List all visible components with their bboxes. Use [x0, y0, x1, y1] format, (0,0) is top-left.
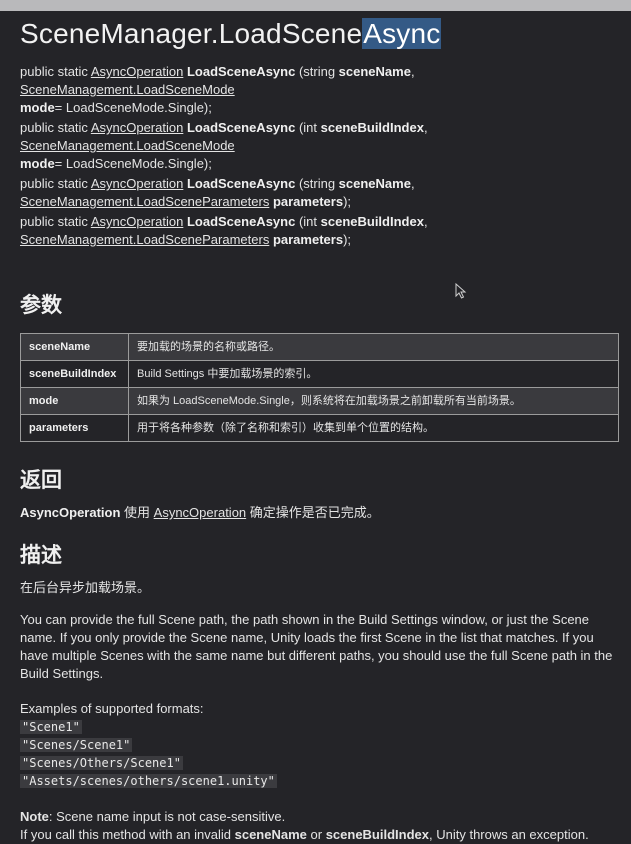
exception-text: , Unity throws an exception. — [429, 827, 589, 842]
description-paragraph: You can provide the full Scene path, the… — [20, 612, 613, 681]
loadscenemode-link[interactable]: SceneManagement.LoadSceneMode — [20, 82, 235, 97]
asyncoperation-link[interactable]: AsyncOperation — [91, 214, 184, 229]
sig-tail: = LoadSceneMode.Single); — [54, 100, 212, 115]
mouse-cursor-icon — [455, 283, 467, 299]
sig-tail: ); — [343, 232, 352, 247]
page-title: SceneManager.LoadSceneAsync — [20, 18, 620, 50]
asyncoperation-link[interactable]: AsyncOperation — [91, 176, 184, 191]
table-row: sceneName 要加载的场景的名称或路径。 — [20, 333, 619, 361]
param-name-cell: mode — [20, 387, 129, 415]
param-type: (int — [295, 214, 321, 229]
sig-tail: ); — [343, 194, 352, 209]
param-name: sceneName — [338, 64, 411, 79]
param-name: parameters — [272, 194, 344, 209]
param-name-cell: sceneBuildIndex — [20, 360, 129, 388]
signature-2: public static AsyncOperation LoadSceneAs… — [20, 119, 620, 173]
param-name: sceneBuildIndex — [325, 827, 429, 842]
param-type: (int — [295, 120, 321, 135]
code-example: "Scene1" — [20, 720, 82, 734]
note-label: Note — [20, 809, 49, 824]
param-name: parameters — [272, 232, 344, 247]
sig-prefix: public static — [20, 176, 91, 191]
doc-content: SceneManager.LoadSceneAsync public stati… — [20, 11, 620, 844]
examples-label: Examples of supported formats: — [20, 701, 204, 716]
param-desc-cell: Build Settings 中要加载场景的索引。 — [128, 360, 619, 388]
param-desc-cell: 要加载的场景的名称或路径。 — [128, 333, 619, 361]
signatures: public static AsyncOperation LoadSceneAs… — [20, 63, 620, 249]
param-name-cell: sceneName — [20, 333, 129, 361]
asyncoperation-link[interactable]: AsyncOperation — [91, 64, 184, 79]
returns-mid: 使用 — [120, 505, 154, 520]
loadscenemode-link[interactable]: SceneManagement.LoadSceneMode — [20, 138, 235, 153]
table-row: mode 如果为 LoadSceneMode.Single，则系统将在加载场景之前… — [20, 387, 619, 415]
param-name: mode — [20, 156, 55, 171]
signature-3: public static AsyncOperation LoadSceneAs… — [20, 175, 620, 211]
param-name: sceneBuildIndex — [320, 214, 424, 229]
table-row: parameters 用于将各种参数（除了名称和索引）收集到单个位置的结构。 — [20, 414, 619, 442]
returns-heading: 返回 — [20, 469, 62, 492]
title-selected-text[interactable]: Async — [362, 18, 442, 49]
param-name-cell: parameters — [20, 414, 129, 442]
code-example: "Scenes/Scene1" — [20, 738, 133, 752]
param-name: mode — [20, 100, 55, 115]
exception-text: or — [306, 827, 326, 842]
loadsceneparameters-link[interactable]: SceneManagement.LoadSceneParameters — [20, 194, 269, 209]
separator: , — [423, 214, 428, 229]
loadsceneparameters-link[interactable]: SceneManagement.LoadSceneParameters — [20, 232, 269, 247]
signature-1: public static AsyncOperation LoadSceneAs… — [20, 63, 620, 117]
note-text: : Scene name input is not case-sensitive… — [48, 809, 286, 824]
param-type: (string — [295, 176, 339, 191]
parameters-table: sceneName 要加载的场景的名称或路径。 sceneBuildIndex Bu… — [20, 333, 619, 442]
parameters-heading: 参数 — [20, 294, 62, 317]
method-name: LoadSceneAsync — [186, 64, 296, 79]
param-name: sceneBuildIndex — [320, 120, 424, 135]
sig-prefix: public static — [20, 64, 91, 79]
sig-prefix: public static — [20, 120, 91, 135]
code-example: "Scenes/Others/Scene1" — [20, 756, 183, 770]
method-name: LoadSceneAsync — [186, 120, 296, 135]
code-example: "Assets/scenes/others/scene1.unity" — [20, 774, 277, 788]
note-block: Note: Scene name input is not case-sensi… — [20, 808, 620, 844]
method-name: LoadSceneAsync — [186, 214, 296, 229]
browser-top-bar — [0, 0, 631, 11]
separator: , — [410, 176, 415, 191]
separator: , — [423, 120, 428, 135]
param-type: (string — [295, 64, 339, 79]
separator: , — [410, 64, 415, 79]
description-summary: 在后台异步加载场景。 — [20, 580, 151, 595]
sig-prefix: public static — [20, 214, 91, 229]
signature-4: public static AsyncOperation LoadSceneAs… — [20, 213, 620, 249]
exception-text: If you call this method with an invalid — [20, 827, 235, 842]
method-name: LoadSceneAsync — [186, 176, 296, 191]
param-desc-cell: 用于将各种参数（除了名称和索引）收集到单个位置的结构。 — [128, 414, 619, 442]
asyncoperation-link[interactable]: AsyncOperation — [154, 505, 247, 520]
examples-block: Examples of supported formats: "Scene1" … — [20, 700, 620, 790]
param-desc-cell: 如果为 LoadSceneMode.Single，则系统将在加载场景之前卸载所有… — [128, 387, 619, 415]
returns-tail: 确定操作是否已完成。 — [246, 505, 380, 520]
param-name: sceneName — [338, 176, 411, 191]
table-row: sceneBuildIndex Build Settings 中要加载场景的索引。 — [20, 360, 619, 388]
description-heading: 描述 — [20, 544, 62, 567]
title-text: SceneManager.LoadScene — [20, 18, 363, 49]
asyncoperation-link[interactable]: AsyncOperation — [91, 120, 184, 135]
sig-tail: = LoadSceneMode.Single); — [54, 156, 212, 171]
returns-text: AsyncOperation 使用 AsyncOperation 确定操作是否已… — [20, 504, 620, 522]
param-name: sceneName — [234, 827, 307, 842]
return-type: AsyncOperation — [20, 505, 121, 520]
